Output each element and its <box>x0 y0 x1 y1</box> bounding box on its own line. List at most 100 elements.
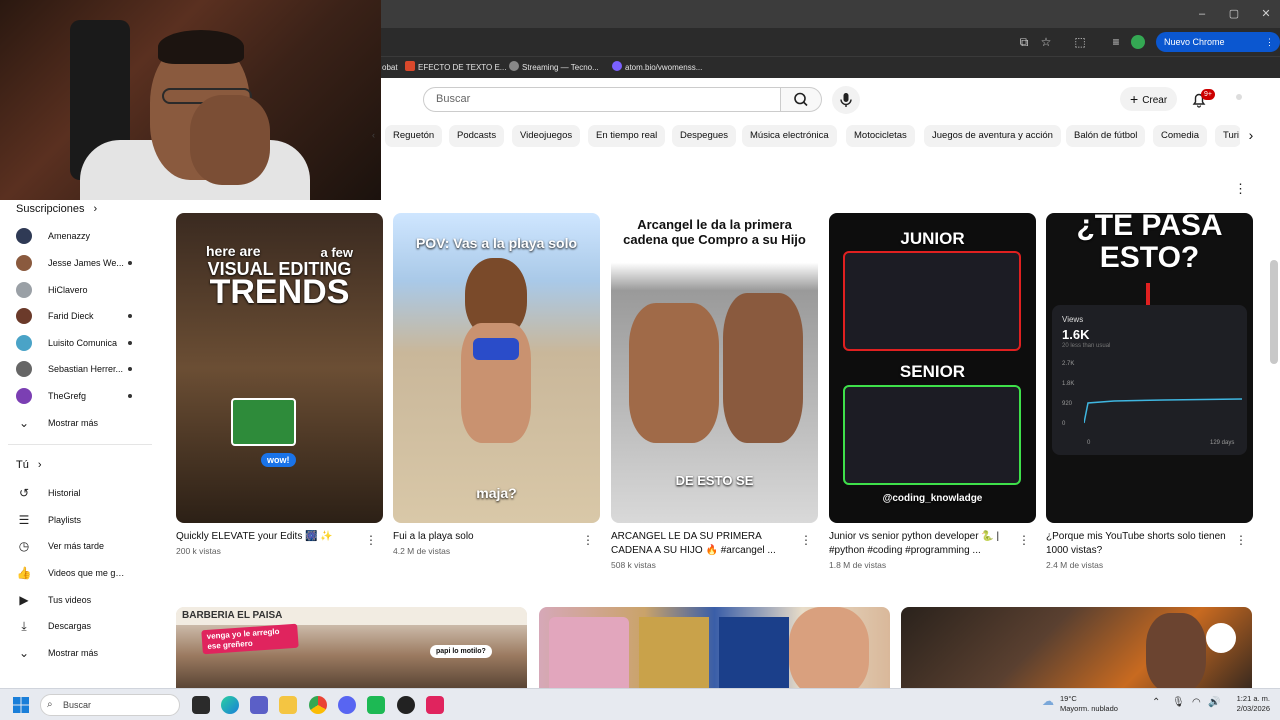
profile-avatar[interactable] <box>1131 35 1145 49</box>
chip-electronic-music[interactable]: Música electrónica <box>742 125 837 147</box>
file-explorer-icon[interactable] <box>279 696 297 714</box>
account-avatar[interactable] <box>1236 94 1242 100</box>
voice-search-button[interactable] <box>832 86 860 114</box>
thumb-person <box>1146 613 1206 688</box>
cloud-icon: ☁ <box>1042 694 1054 708</box>
you-heading[interactable]: Tú › <box>16 459 42 471</box>
taskbar-search-input[interactable]: ⌕ Buscar <box>40 694 180 716</box>
create-label: Crear <box>1142 95 1168 106</box>
short-title[interactable]: ¿Porque mis YouTube shorts solo tienen 1… <box>1046 530 1231 558</box>
more-vert-icon[interactable]: ⋮ <box>1018 533 1030 549</box>
sidebar-sub-jesse-james[interactable]: Jesse James We... <box>16 255 146 275</box>
bookmark-item[interactable]: obat <box>382 61 398 75</box>
short-title[interactable]: Quickly ELEVATE your Edits 🎆 ✨ <box>176 530 361 544</box>
sidebar-sub-amenazzy[interactable]: Amenazzy <box>16 228 146 248</box>
short-card[interactable]: ¿TE PASA ESTO? Views 1.6K 20 less than u… <box>1046 213 1253 570</box>
section-more-icon[interactable]: ⋮ <box>1234 181 1247 197</box>
short-card[interactable]: here are a few VISUAL EDITING TRENDS wow… <box>176 213 383 556</box>
bookmark-item[interactable]: Streaming — Tecno... <box>509 61 599 75</box>
chip-videogames[interactable]: Videojuegos <box>512 125 581 147</box>
app-icon[interactable] <box>367 696 385 714</box>
short-thumbnail[interactable]: ¿TE PASA ESTO? Views 1.6K 20 less than u… <box>1046 213 1253 523</box>
bookmark-star-icon[interactable]: ☆ <box>1038 34 1054 50</box>
bookmark-item[interactable]: atom.bio/vwomenss... <box>612 61 702 75</box>
chip-comedy[interactable]: Comedia <box>1153 125 1208 147</box>
sidebar-item-watch-later[interactable]: ◷ Ver más tarde <box>16 538 146 558</box>
reading-list-icon[interactable]: ≡ <box>1108 34 1124 50</box>
short-thumbnail[interactable]: POV: Vas a la playa solo maja? <box>393 213 600 523</box>
chip-motorcycles[interactable]: Motocicletas <box>846 125 915 147</box>
scrollbar-thumb[interactable] <box>1270 260 1278 364</box>
subscriptions-heading[interactable]: Suscripciones › <box>16 203 97 215</box>
you-heading-label: Tú <box>16 459 29 471</box>
sidebar-sub-farid-dieck[interactable]: Farid Dieck <box>16 308 146 328</box>
short-title[interactable]: ARCANGEL LE DA SU PRIMERA CADENA A SU HI… <box>611 530 796 558</box>
chip-live[interactable]: En tiempo real <box>588 125 666 147</box>
chip-football[interactable]: Balón de fútbol <box>1066 125 1146 147</box>
chevron-up-icon[interactable]: ⌃ <box>1152 697 1160 708</box>
video-thumbnail[interactable] <box>901 607 1252 688</box>
discord-icon[interactable] <box>338 696 356 714</box>
bookmark-item[interactable]: EFECTO DE TEXTO E... <box>405 61 506 75</box>
video-thumbnail[interactable] <box>539 607 890 688</box>
more-vert-icon[interactable]: ⋮ <box>582 533 594 549</box>
short-title[interactable]: Fui a la playa solo <box>393 530 578 544</box>
chip-podcasts[interactable]: Podcasts <box>449 125 505 147</box>
obs-icon[interactable] <box>397 696 415 714</box>
sidebar-sub-thegrefg[interactable]: TheGrefg <box>16 388 146 408</box>
short-card[interactable]: Arcangel le da la primera cadena que Com… <box>611 213 818 570</box>
thumb-text: 0 <box>1087 440 1091 446</box>
short-thumbnail[interactable]: Arcangel le da la primera cadena que Com… <box>611 213 818 523</box>
thumb-code-block <box>843 385 1021 485</box>
short-card[interactable]: POV: Vas a la playa solo maja? Fui a la … <box>393 213 600 556</box>
edge-icon[interactable] <box>221 696 239 714</box>
sidebar-show-more[interactable]: ⌄ Mostrar más <box>16 415 146 435</box>
search-input[interactable]: Buscar <box>423 87 781 112</box>
sidebar-item-downloads[interactable]: ⤓ Descargas <box>16 618 146 638</box>
mic-icon[interactable]: 🎙 <box>1172 697 1185 708</box>
video-thumbnail[interactable]: BARBERIA EL PAISA venga yo le arreglo es… <box>176 607 527 688</box>
chip-tourism[interactable]: Turi <box>1215 125 1241 147</box>
sidebar-sub-hiclavero[interactable]: HiClavero <box>16 282 146 302</box>
create-button[interactable]: + Crear <box>1120 87 1178 111</box>
volume-icon[interactable]: 🔊 <box>1208 697 1220 708</box>
weather-widget[interactable]: ☁ 19°C Mayorm. nublado <box>1042 694 1118 714</box>
more-vert-icon[interactable]: ⋮ <box>800 533 812 549</box>
sidebar-item-playlists[interactable]: ☰ Playlists <box>16 512 146 532</box>
cast-icon[interactable]: ⧉ <box>1016 34 1032 50</box>
thumb-person <box>723 293 803 443</box>
chip-adventure-games[interactable]: Juegos de aventura y acción <box>924 125 1061 147</box>
windows-start-icon[interactable] <box>13 697 29 713</box>
thumb-graphic <box>473 338 519 360</box>
chrome-update-button[interactable]: Nuevo Chrome disponible ⋮ <box>1156 32 1280 67</box>
chevron-right-icon: › <box>93 203 98 215</box>
maximize-icon[interactable]: ▢ <box>1226 6 1242 22</box>
short-card[interactable]: JUNIOR SENIOR @coding_knowladge Junior v… <box>829 213 1036 570</box>
chip-reggaeton[interactable]: Reguetón <box>385 125 443 147</box>
chip-takeoffs[interactable]: Despegues <box>672 125 737 147</box>
short-title[interactable]: Junior vs senior python developer 🐍 | #p… <box>829 530 1014 558</box>
sidebar-you-show-more[interactable]: ⌄ Mostrar más <box>16 645 146 665</box>
sidebar-sub-luisito[interactable]: Luisito Comunica <box>16 335 146 355</box>
sidebar-item-your-videos[interactable]: ▶ Tus videos <box>16 592 146 612</box>
sidebar-item-history[interactable]: ↺ Historial <box>16 485 146 505</box>
task-view-icon[interactable] <box>192 696 210 714</box>
extensions-icon[interactable]: ⬚ <box>1072 34 1088 50</box>
short-thumbnail[interactable]: here are a few VISUAL EDITING TRENDS wow… <box>176 213 383 523</box>
more-vert-icon[interactable]: ⋮ <box>1235 533 1247 549</box>
chip-prev-icon[interactable]: ‹ <box>372 130 375 140</box>
search-button[interactable] <box>780 87 822 112</box>
pocket-icon[interactable] <box>426 696 444 714</box>
sidebar-item-liked[interactable]: 👍 Videos que me gus... <box>16 565 146 585</box>
wifi-icon[interactable]: ◠ <box>1192 697 1201 708</box>
chrome-icon[interactable] <box>309 696 327 714</box>
short-thumbnail[interactable]: JUNIOR SENIOR @coding_knowladge <box>829 213 1036 523</box>
bookmark-favicon <box>612 61 622 71</box>
more-vert-icon[interactable]: ⋮ <box>365 533 377 549</box>
minimize-icon[interactable]: – <box>1194 6 1210 22</box>
sidebar-sub-sebastian[interactable]: Sebastian Herrer... <box>16 361 146 381</box>
teams-icon[interactable] <box>250 696 268 714</box>
clock[interactable]: 1:21 a. m. 2/03/2026 <box>1224 694 1270 714</box>
chevron-right-icon[interactable]: › <box>1240 124 1262 146</box>
close-icon[interactable]: ✕ <box>1258 6 1274 22</box>
